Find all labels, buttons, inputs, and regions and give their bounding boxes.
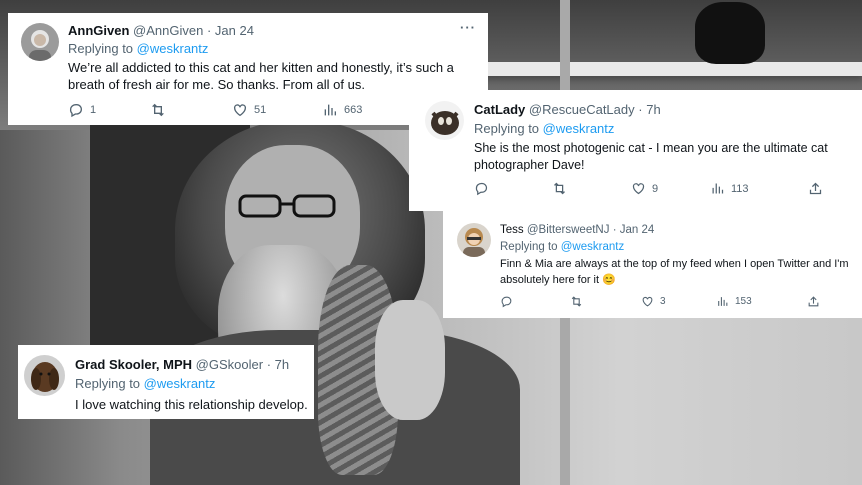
- tweet-card-tess[interactable]: Tess @BittersweetNJ · Jan 24 Replying to…: [443, 211, 862, 318]
- share-icon: [808, 296, 819, 307]
- reply-icon: [501, 296, 512, 308]
- views-button[interactable]: 113: [710, 181, 808, 196]
- action-bar: 1 51 663: [68, 102, 412, 118]
- like-icon: [632, 183, 645, 195]
- timestamp[interactable]: 7h: [646, 102, 660, 117]
- like-icon: [234, 104, 246, 117]
- photo-shelf: [470, 62, 862, 76]
- like-icon: [642, 296, 653, 307]
- avatar[interactable]: [24, 355, 65, 396]
- replying-to-label: Replying to: [75, 376, 141, 391]
- separator: ·: [266, 357, 272, 372]
- photo-person-hand: [375, 300, 445, 420]
- views-icon: [712, 183, 724, 194]
- like-button[interactable]: 51: [232, 102, 322, 118]
- display-name[interactable]: Tess: [500, 224, 524, 236]
- tweet-header: AnnGiven @AnnGiven · Jan 24: [68, 23, 254, 38]
- replying-to: Replying to @weskrantz: [75, 376, 215, 391]
- reply-count: 1: [90, 104, 97, 116]
- reply-icon: [69, 104, 82, 118]
- views-button[interactable]: 663: [322, 102, 412, 118]
- reply-button[interactable]: [500, 295, 570, 308]
- action-bar: 3 153: [500, 295, 820, 308]
- retweet-button[interactable]: [570, 295, 641, 308]
- reply-icon: [475, 182, 488, 196]
- display-name[interactable]: AnnGiven: [68, 23, 129, 38]
- handle[interactable]: @AnnGiven: [133, 23, 203, 38]
- handle[interactable]: @GSkooler: [196, 357, 263, 372]
- tweet-text: She is the most photogenic cat - I mean …: [474, 141, 828, 172]
- share-icon: [809, 182, 822, 195]
- smiley-emoji: 😊: [602, 273, 616, 286]
- retweet-button[interactable]: [150, 102, 232, 118]
- reply-button[interactable]: [474, 181, 552, 196]
- like-button[interactable]: 3: [641, 295, 716, 308]
- timestamp[interactable]: Jan 24: [620, 224, 655, 236]
- like-count: 9: [652, 182, 659, 195]
- views-button[interactable]: 153: [716, 295, 807, 308]
- retweet-button[interactable]: [552, 181, 631, 196]
- display-name[interactable]: CatLady: [474, 102, 525, 117]
- more-icon[interactable]: ···: [460, 20, 476, 35]
- timestamp[interactable]: 7h: [275, 357, 289, 372]
- handle[interactable]: @BittersweetNJ: [527, 224, 610, 236]
- replying-to-label: Replying to: [500, 241, 558, 253]
- replying-to: Replying to @weskrantz: [68, 41, 208, 56]
- avatar[interactable]: [457, 223, 491, 257]
- tweet-text-content: Finn & Mia are always at the top of my f…: [500, 258, 849, 286]
- mention-link[interactable]: @weskrantz: [137, 41, 209, 56]
- replying-to-label: Replying to: [68, 41, 134, 56]
- retweet-icon: [554, 182, 565, 195]
- photo-glasses: [238, 194, 336, 218]
- share-button[interactable]: [808, 181, 823, 196]
- replying-to: Replying to @weskrantz: [500, 241, 624, 253]
- tweet-card-catlady[interactable]: CatLady @RescueCatLady · 7h Replying to …: [409, 90, 862, 211]
- share-button[interactable]: [807, 295, 820, 308]
- retweet-icon: [152, 103, 164, 117]
- tweet-header: Tess @BittersweetNJ · Jan 24: [500, 224, 654, 236]
- reply-button[interactable]: 1: [68, 102, 150, 118]
- like-button[interactable]: 9: [631, 181, 710, 196]
- avatar[interactable]: [21, 23, 59, 61]
- views-count: 113: [731, 182, 749, 195]
- tweet-text: We’re all addicted to this cat and her k…: [68, 60, 454, 92]
- separator: ·: [206, 23, 212, 38]
- like-count: 3: [660, 296, 666, 307]
- photo-cat-figurine: [695, 2, 765, 64]
- like-count: 51: [254, 104, 267, 116]
- separator: ·: [612, 224, 617, 236]
- mention-link[interactable]: @weskrantz: [561, 241, 624, 253]
- replying-to: Replying to @weskrantz: [474, 121, 614, 136]
- tweet-card-gskooler[interactable]: Grad Skooler, MPH @GSkooler · 7h Replyin…: [18, 345, 314, 419]
- avatar[interactable]: [425, 101, 464, 140]
- tweet-header: Grad Skooler, MPH @GSkooler · 7h: [75, 357, 289, 372]
- tweet-text: I love watching this relationship develo…: [75, 397, 308, 412]
- retweet-icon: [571, 296, 582, 307]
- views-count: 153: [735, 296, 752, 307]
- views-count: 663: [344, 104, 363, 116]
- action-bar: 9 113: [474, 181, 823, 196]
- views-icon: [718, 297, 728, 306]
- separator: ·: [638, 102, 643, 117]
- timestamp[interactable]: Jan 24: [215, 23, 254, 38]
- mention-link[interactable]: @weskrantz: [144, 376, 216, 391]
- replying-to-label: Replying to: [474, 121, 540, 136]
- handle[interactable]: @RescueCatLady: [529, 102, 635, 117]
- tweet-header: CatLady @RescueCatLady · 7h: [474, 102, 661, 117]
- tweet-text: Finn & Mia are always at the top of my f…: [500, 257, 856, 288]
- views-icon: [324, 104, 336, 116]
- mention-link[interactable]: @weskrantz: [543, 121, 615, 136]
- display-name[interactable]: Grad Skooler, MPH: [75, 357, 192, 372]
